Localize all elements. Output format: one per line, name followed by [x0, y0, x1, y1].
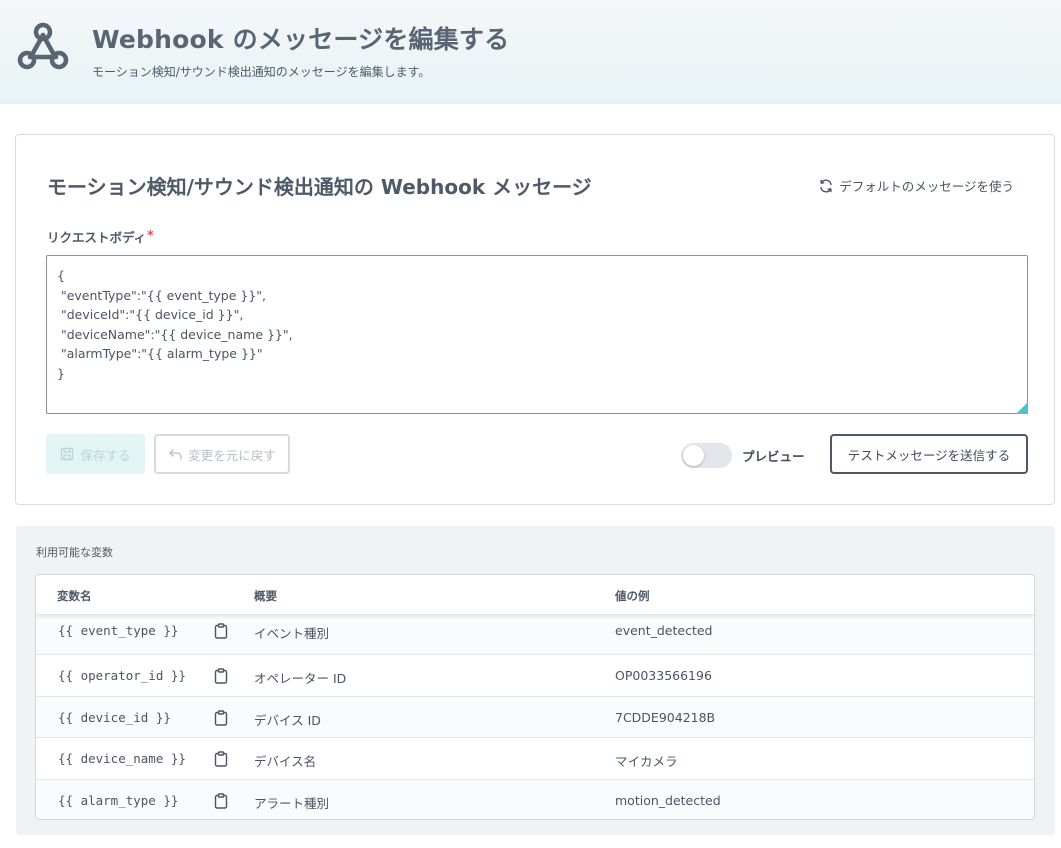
resize-grip-icon: [1016, 402, 1028, 414]
variables-table: 変数名 概要 値の例 {{ event_type }} イベント種別 event…: [35, 574, 1035, 820]
refresh-icon: [820, 179, 832, 192]
webhook-icon: [17, 22, 69, 70]
preview-label: プレビュー: [742, 449, 805, 464]
variable-example: マイカメラ: [615, 754, 678, 769]
textarea-resize-handle[interactable]: [1016, 402, 1028, 414]
table-row: {{ operator_id }} オペレーター ID OP0033566196: [36, 654, 1034, 696]
variable-name: {{ device_name }}: [58, 751, 186, 766]
column-header-description: 概要: [254, 589, 277, 603]
column-header-variable: 変数名: [57, 589, 92, 603]
available-variables-title: 利用可能な変数: [36, 546, 113, 559]
clipboard-icon[interactable]: [214, 709, 228, 726]
webhook-message-card: モーション検知/サウンド検出通知の Webhook メッセージ デフォルトのメッ…: [15, 134, 1055, 505]
revert-button[interactable]: 変更を元に戻す: [154, 434, 290, 474]
preview-toggle-knob: [683, 445, 704, 466]
card-title: モーション検知/サウンド検出通知の Webhook メッセージ: [47, 175, 592, 199]
variable-description: イベント種別: [254, 626, 330, 641]
variable-description: アラート種別: [254, 795, 330, 811]
use-default-message-label: デフォルトのメッセージを使う: [839, 179, 1014, 194]
page-header: Webhook のメッセージを編集する モーション検知/サウンド検出通知のメッセ…: [0, 0, 1061, 104]
variable-description: デバイス ID: [254, 712, 321, 728]
use-default-message-link[interactable]: デフォルトのメッセージを使う: [818, 176, 1014, 195]
variable-example: 7CDDE904218B: [615, 709, 716, 725]
table-row: {{ event_type }} イベント種別 event_detected: [36, 608, 1034, 654]
variable-name: {{ device_id }}: [58, 709, 171, 725]
variable-description: オペレーター ID: [254, 671, 347, 686]
variable-example: motion_detected: [615, 792, 721, 808]
required-mark: *: [147, 227, 154, 242]
variable-example: event_detected: [615, 623, 713, 638]
variable-description: デバイス名: [254, 754, 317, 769]
variable-example: OP0033566196: [615, 668, 712, 683]
clipboard-icon[interactable]: [214, 792, 228, 809]
column-header-example: 値の例: [615, 589, 650, 603]
clipboard-icon[interactable]: [214, 751, 228, 767]
revert-button-label: 変更を元に戻す: [188, 447, 276, 463]
request-body-label-text: リクエストボディ: [47, 230, 147, 245]
save-icon: [61, 447, 74, 461]
table-row: {{ alarm_type }} アラート種別 motion_detected: [36, 778, 1034, 819]
variable-name: {{ alarm_type }}: [58, 792, 179, 808]
save-button[interactable]: 保存する: [46, 434, 145, 474]
clipboard-icon[interactable]: [214, 623, 228, 639]
send-test-message-label: テストメッセージを送信する: [847, 447, 1011, 463]
save-button-label: 保存する: [80, 447, 131, 463]
variable-name: {{ event_type }}: [58, 623, 179, 638]
undo-icon: [169, 449, 182, 460]
table-header: 変数名 概要 値の例: [36, 575, 1034, 614]
page-title: Webhook のメッセージを編集する: [92, 25, 510, 54]
clipboard-icon[interactable]: [214, 668, 228, 684]
variable-name: {{ operator_id }}: [58, 668, 186, 683]
request-body-label: リクエストボディ*: [47, 227, 154, 246]
table-row: {{ device_id }} デバイス ID 7CDDE904218B: [36, 695, 1034, 737]
available-variables-panel: 利用可能な変数 変数名 概要 値の例 {{ event_type }} イベント…: [16, 526, 1055, 835]
table-row: {{ device_name }} デバイス名 マイカメラ: [36, 737, 1034, 779]
preview-toggle[interactable]: [681, 443, 732, 468]
request-body-textarea[interactable]: { "eventType":"{{ event_type }}", "devic…: [46, 255, 1028, 414]
send-test-message-button[interactable]: テストメッセージを送信する: [830, 434, 1028, 474]
page-subtitle: モーション検知/サウンド検出通知のメッセージを編集します。: [92, 65, 431, 79]
